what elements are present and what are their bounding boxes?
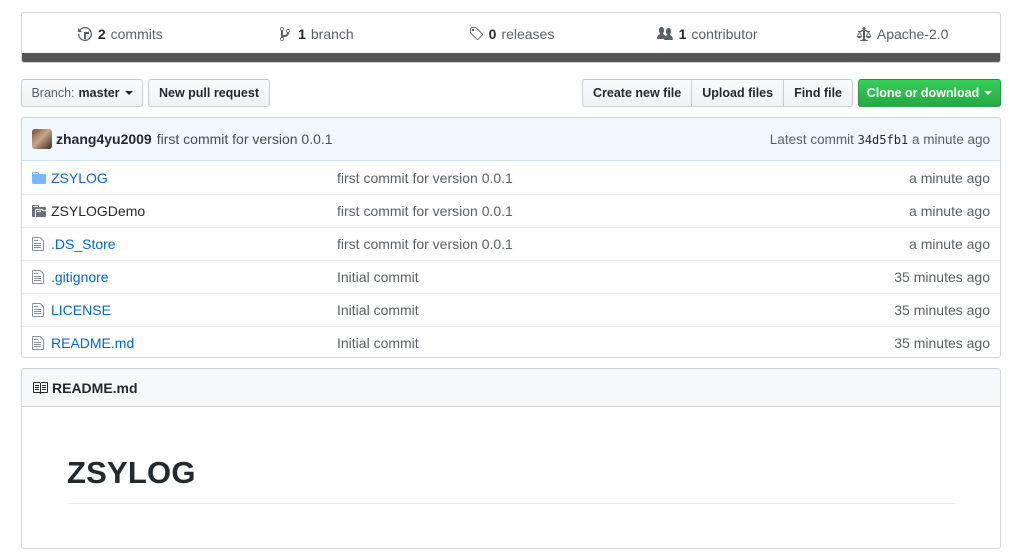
book-icon (32, 380, 48, 396)
new-pull-request-button[interactable]: New pull request (148, 79, 270, 107)
file-age: a minute ago (909, 236, 990, 252)
latest-commit-age: a minute ago (911, 131, 990, 147)
history-icon (77, 26, 93, 42)
caret-down-icon (984, 91, 993, 95)
language-bar (22, 53, 1000, 62)
tag-icon (468, 26, 484, 42)
contributors-label: contributor (691, 26, 758, 42)
file-table: zhang4yu2009 first commit for version 0.… (21, 117, 1001, 358)
file-commit-message[interactable]: Initial commit (337, 335, 860, 351)
contributors-count: 1 (678, 26, 687, 42)
commit-message[interactable]: first commit for version 0.0.1 (157, 131, 333, 147)
releases-count: 0 (488, 26, 497, 42)
commit-sha[interactable]: 34d5fb1 (858, 133, 909, 147)
folder-icon (22, 170, 51, 186)
file-navigation: Branch: master New pull request Create n… (21, 79, 1001, 107)
file-commit-message[interactable]: first commit for version 0.0.1 (337, 203, 860, 219)
latest-commit-bar: zhang4yu2009 first commit for version 0.… (22, 118, 1000, 161)
file-age: 35 minutes ago (894, 335, 990, 351)
table-row: LICENSE Initial commit 35 minutes ago (22, 293, 1000, 326)
readme-content: ZSYLOG (22, 407, 1000, 504)
file-list: ZSYLOG first commit for version 0.0.1 a mi… (22, 161, 1000, 357)
license-label: Apache-2.0 (876, 26, 949, 42)
file-commit-message[interactable]: first commit for version 0.0.1 (337, 236, 860, 252)
file-icon (22, 269, 51, 285)
releases-link[interactable]: 0 releases (413, 26, 609, 42)
license-link[interactable]: Apache-2.0 (804, 26, 1000, 42)
table-row: README.md Initial commit 35 minutes ago (22, 326, 1000, 357)
file-name-link[interactable]: .gitignore (51, 269, 337, 285)
readme-header: README.md (22, 369, 1000, 407)
contributors-link[interactable]: 1 contributor (609, 26, 805, 42)
file-icon (22, 236, 51, 252)
table-row: ZSYLOG first commit for version 0.0.1 a mi… (22, 161, 1000, 194)
file-age: a minute ago (909, 203, 990, 219)
file-age: 35 minutes ago (894, 269, 990, 285)
branch-select-button[interactable]: Branch: master (21, 79, 143, 107)
branch-label: branch (310, 26, 354, 42)
latest-commit-info: Latest commit 34d5fb1 a minute ago (770, 132, 990, 147)
latest-commit-prefix: Latest commit (769, 131, 854, 147)
file-commit-message[interactable]: Initial commit (337, 302, 860, 318)
people-icon (656, 26, 674, 42)
file-name-link[interactable]: README.md (51, 335, 337, 351)
branch-count: 1 (298, 26, 306, 42)
table-row: .gitignore Initial commit 35 minutes ago (22, 260, 1000, 293)
branch-name: master (78, 86, 120, 100)
releases-label: releases (501, 26, 555, 42)
file-icon (22, 335, 51, 351)
file-name-link[interactable]: ZSYLOGDemo (51, 203, 337, 219)
create-new-file-button[interactable]: Create new file (582, 79, 693, 107)
readme-box: README.md ZSYLOG (21, 368, 1001, 549)
commits-label: commits (110, 26, 163, 42)
find-file-button[interactable]: Find file (783, 79, 853, 107)
readme-heading: ZSYLOG (67, 455, 955, 504)
commits-link[interactable]: 2 commits (22, 26, 218, 42)
file-name-link[interactable]: ZSYLOG (51, 170, 337, 186)
clone-or-download-button[interactable]: Clone or download (858, 79, 1001, 107)
file-icon (22, 302, 51, 318)
upload-files-button[interactable]: Upload files (691, 79, 785, 107)
file-commit-message[interactable]: Initial commit (337, 269, 860, 285)
file-name-link[interactable]: .DS_Store (51, 236, 337, 252)
commits-count: 2 (97, 26, 106, 42)
avatar[interactable] (32, 129, 52, 149)
table-row: .DS_Store first commit for version 0.0.1 a… (22, 227, 1000, 260)
table-row: ZSYLOGDemo first commit for version 0.0.1… (22, 194, 1000, 227)
branch-link[interactable]: 1 branch (218, 26, 414, 42)
branch-icon (277, 26, 293, 42)
file-age: 35 minutes ago (894, 302, 990, 318)
commit-author[interactable]: zhang4yu2009 (56, 131, 152, 147)
submodule-folder-icon (22, 203, 51, 219)
clone-or-download-label: Clone or download (866, 86, 980, 100)
file-name-link[interactable]: LICENSE (51, 302, 337, 318)
file-age: a minute ago (909, 169, 990, 186)
law-icon (856, 26, 872, 42)
file-actions-group: Create new file Upload files Find file (582, 79, 853, 107)
caret-down-icon (124, 91, 133, 95)
file-commit-message[interactable]: first commit for version 0.0.1 (337, 170, 860, 186)
branch-prefix: Branch: (31, 86, 75, 100)
repo-summary: 2 commits 1 branch 0 releases 1 contribu… (21, 12, 1001, 63)
readme-filename: README.md (52, 379, 138, 396)
